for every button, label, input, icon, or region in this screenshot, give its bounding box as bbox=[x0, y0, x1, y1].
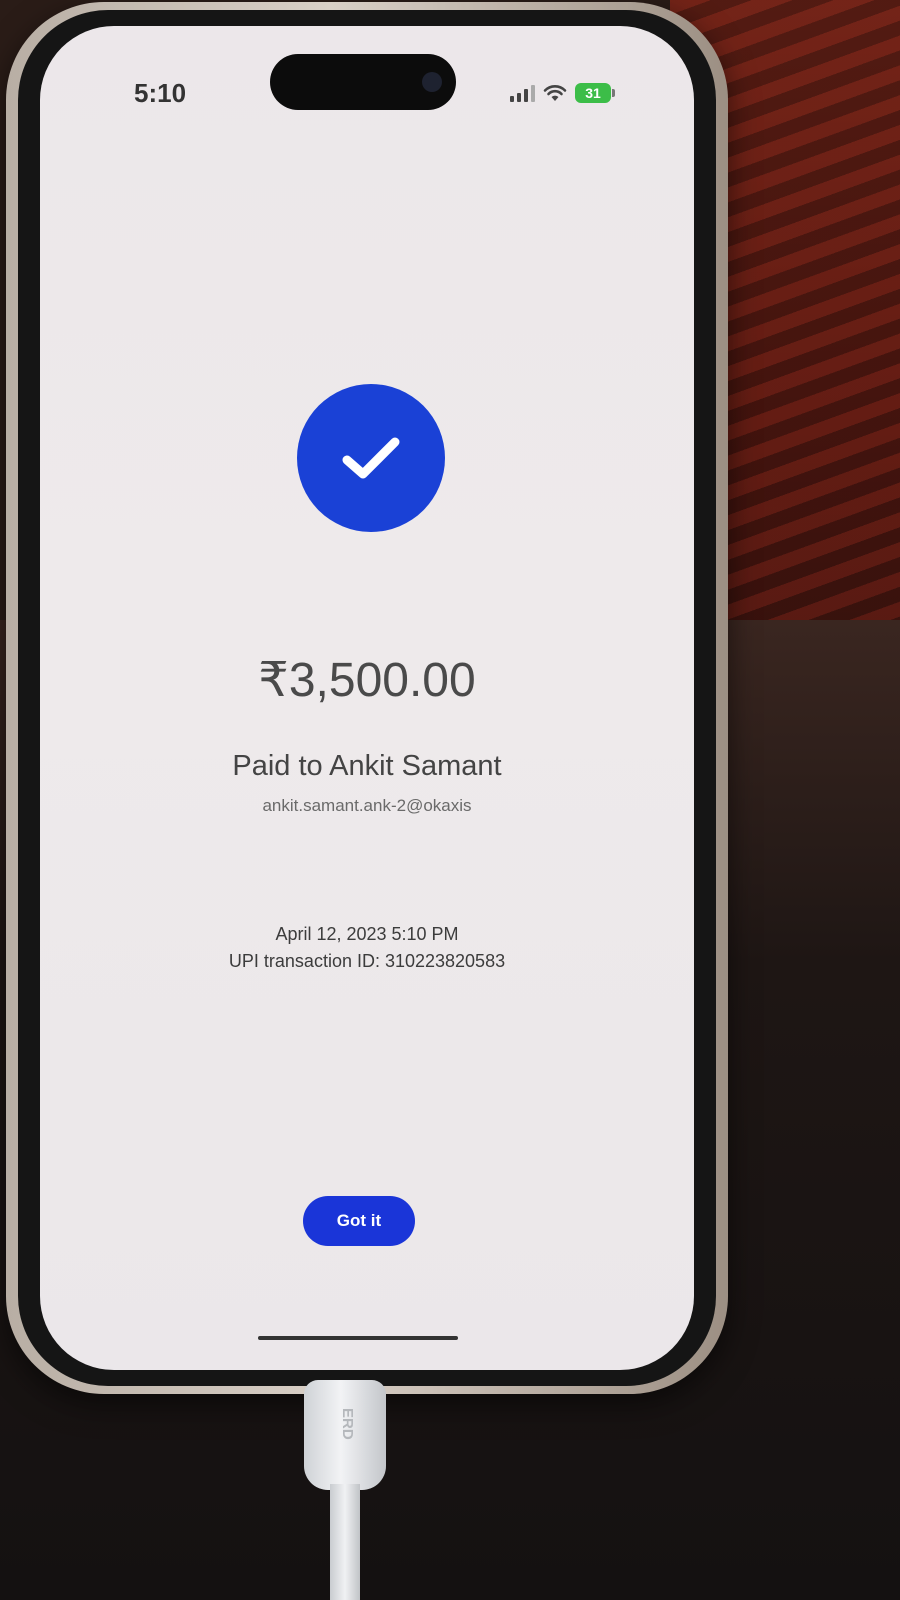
got-it-button[interactable]: Got it bbox=[303, 1196, 415, 1246]
charging-cable-connector: ERD bbox=[304, 1380, 386, 1490]
payee-name: Paid to Ankit Samant bbox=[232, 750, 502, 782]
payment-datetime: April 12, 2023 5:10 PM bbox=[275, 924, 459, 944]
phone-body: 5:10 31 ₹3,500.00 Paid to Ankit Samant a… bbox=[18, 10, 716, 1386]
phone-screen: 5:10 31 ₹3,500.00 Paid to Ankit Samant a… bbox=[40, 26, 694, 1370]
payee-upi-id: ankit.samant.ank-2@okaxis bbox=[262, 796, 472, 815]
battery-level: 31 bbox=[575, 83, 611, 103]
wifi-icon bbox=[543, 84, 567, 102]
status-time: 5:10 bbox=[134, 78, 187, 108]
battery-icon: 31 bbox=[575, 83, 615, 103]
camera-lens bbox=[422, 72, 442, 92]
cable-brand-label: ERD bbox=[339, 1408, 356, 1440]
home-indicator[interactable] bbox=[258, 1336, 458, 1340]
dynamic-island bbox=[270, 54, 456, 110]
check-icon bbox=[342, 437, 400, 479]
charging-cable-cord bbox=[330, 1484, 360, 1600]
signal-icon bbox=[510, 84, 535, 102]
payment-amount: ₹3,500.00 bbox=[258, 654, 476, 707]
phone-case: 5:10 31 ₹3,500.00 Paid to Ankit Samant a… bbox=[6, 2, 728, 1394]
status-icons: 31 bbox=[510, 78, 615, 108]
transaction-id: UPI transaction ID: 310223820583 bbox=[228, 951, 506, 971]
success-badge bbox=[297, 384, 445, 532]
